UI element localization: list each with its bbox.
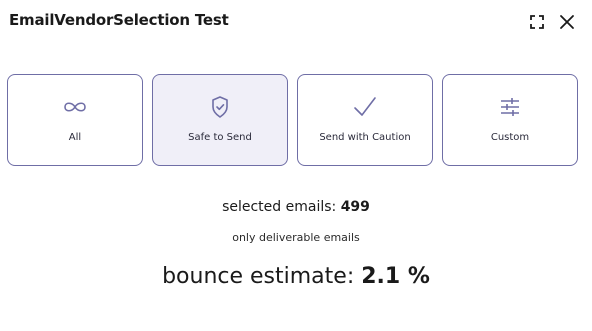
option-send-with-caution[interactable]: Send with Caution xyxy=(297,74,433,166)
bounce-estimate-label: bounce estimate: xyxy=(162,264,362,289)
selected-emails-label: selected emails: xyxy=(222,199,341,215)
panel-title: EmailVendorSelection Test xyxy=(9,11,229,29)
expand-icon xyxy=(530,15,544,29)
selected-emails-count: selected emails: 499 xyxy=(0,199,592,215)
vendor-options: All Safe to Send Send with Caution Custo… xyxy=(7,74,578,166)
email-vendor-selection-panel: EmailVendorSelection Test All Safe to Se… xyxy=(0,0,592,331)
bounce-estimate-value: 2.1 % xyxy=(361,264,430,289)
shield-check-icon xyxy=(206,95,234,119)
sliders-icon xyxy=(496,95,524,119)
close-button[interactable] xyxy=(557,12,577,32)
bounce-estimate: bounce estimate: 2.1 % xyxy=(0,264,592,289)
expand-button[interactable] xyxy=(527,12,547,32)
option-label: Safe to Send xyxy=(188,132,252,143)
option-custom[interactable]: Custom xyxy=(442,74,578,166)
close-icon xyxy=(560,15,574,29)
checkmark-icon xyxy=(351,95,379,119)
option-label: Custom xyxy=(490,132,530,143)
selected-emails-value: 499 xyxy=(340,199,370,215)
option-label: All xyxy=(68,132,82,143)
infinity-icon xyxy=(61,95,89,119)
option-safe-to-send[interactable]: Safe to Send xyxy=(152,74,288,166)
deliverable-note: only deliverable emails xyxy=(232,231,360,244)
option-label: Send with Caution xyxy=(319,132,411,143)
option-all[interactable]: All xyxy=(7,74,143,166)
